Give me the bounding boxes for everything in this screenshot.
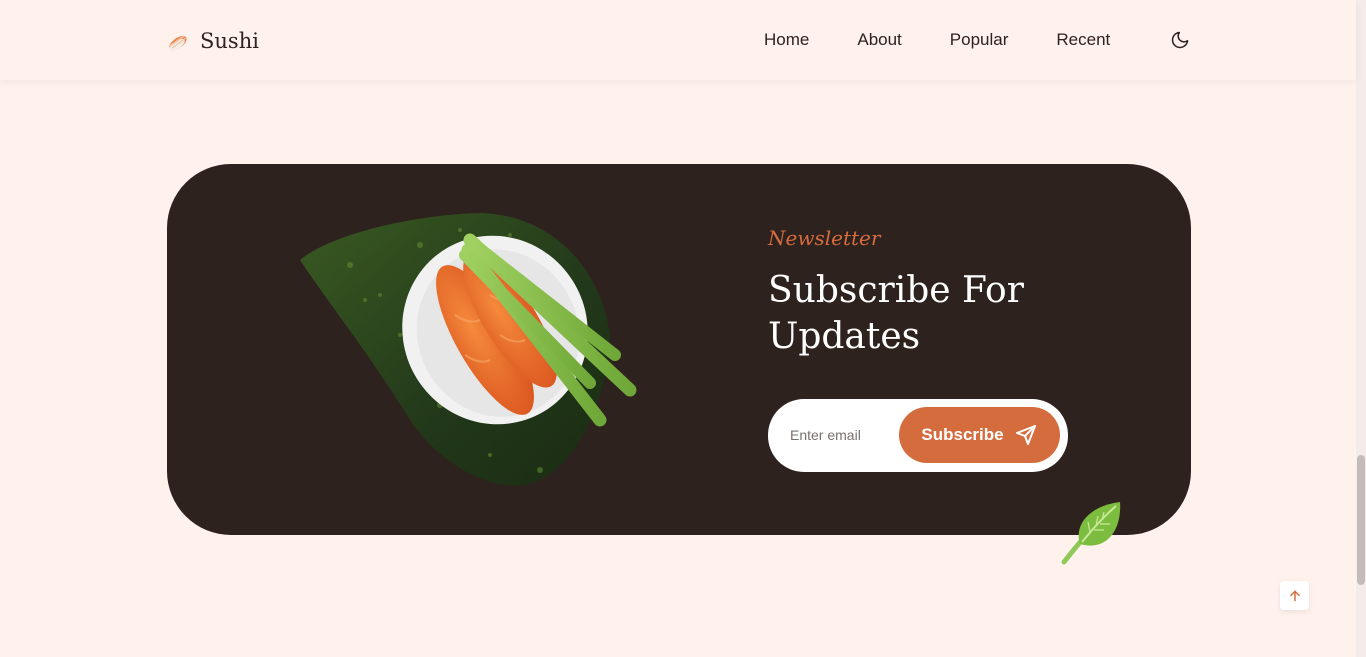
logo-link[interactable]: Sushi <box>166 26 259 56</box>
site-header: Sushi Home About Popular Recent <box>0 0 1356 80</box>
send-icon <box>1015 425 1036 445</box>
scrollbar-thumb[interactable] <box>1357 455 1365 585</box>
newsletter-form: Subscribe <box>768 399 1068 472</box>
logo-text: Sushi <box>200 29 259 53</box>
scroll-up-button[interactable] <box>1280 581 1309 610</box>
nav-home[interactable]: Home <box>764 28 809 52</box>
moon-icon[interactable] <box>1170 30 1190 50</box>
subscribe-button-label: Subscribe <box>921 425 1004 444</box>
main-nav: Home About Popular Recent <box>764 28 1110 52</box>
arrow-up-icon <box>1289 590 1300 601</box>
nav-about[interactable]: About <box>857 28 901 52</box>
newsletter-kicker: Newsletter <box>768 226 881 250</box>
page-scrollbar[interactable] <box>1356 0 1366 657</box>
email-input[interactable] <box>790 421 900 449</box>
subscribe-button[interactable]: Subscribe <box>899 407 1060 463</box>
sushi-icon <box>169 35 187 52</box>
nav-recent[interactable]: Recent <box>1056 28 1110 52</box>
nav-popular[interactable]: Popular <box>950 28 1009 52</box>
temaki-hand-roll-image <box>300 213 637 486</box>
newsletter-title: Subscribe For Updates <box>768 270 1024 357</box>
leaf-icon <box>1061 502 1121 565</box>
